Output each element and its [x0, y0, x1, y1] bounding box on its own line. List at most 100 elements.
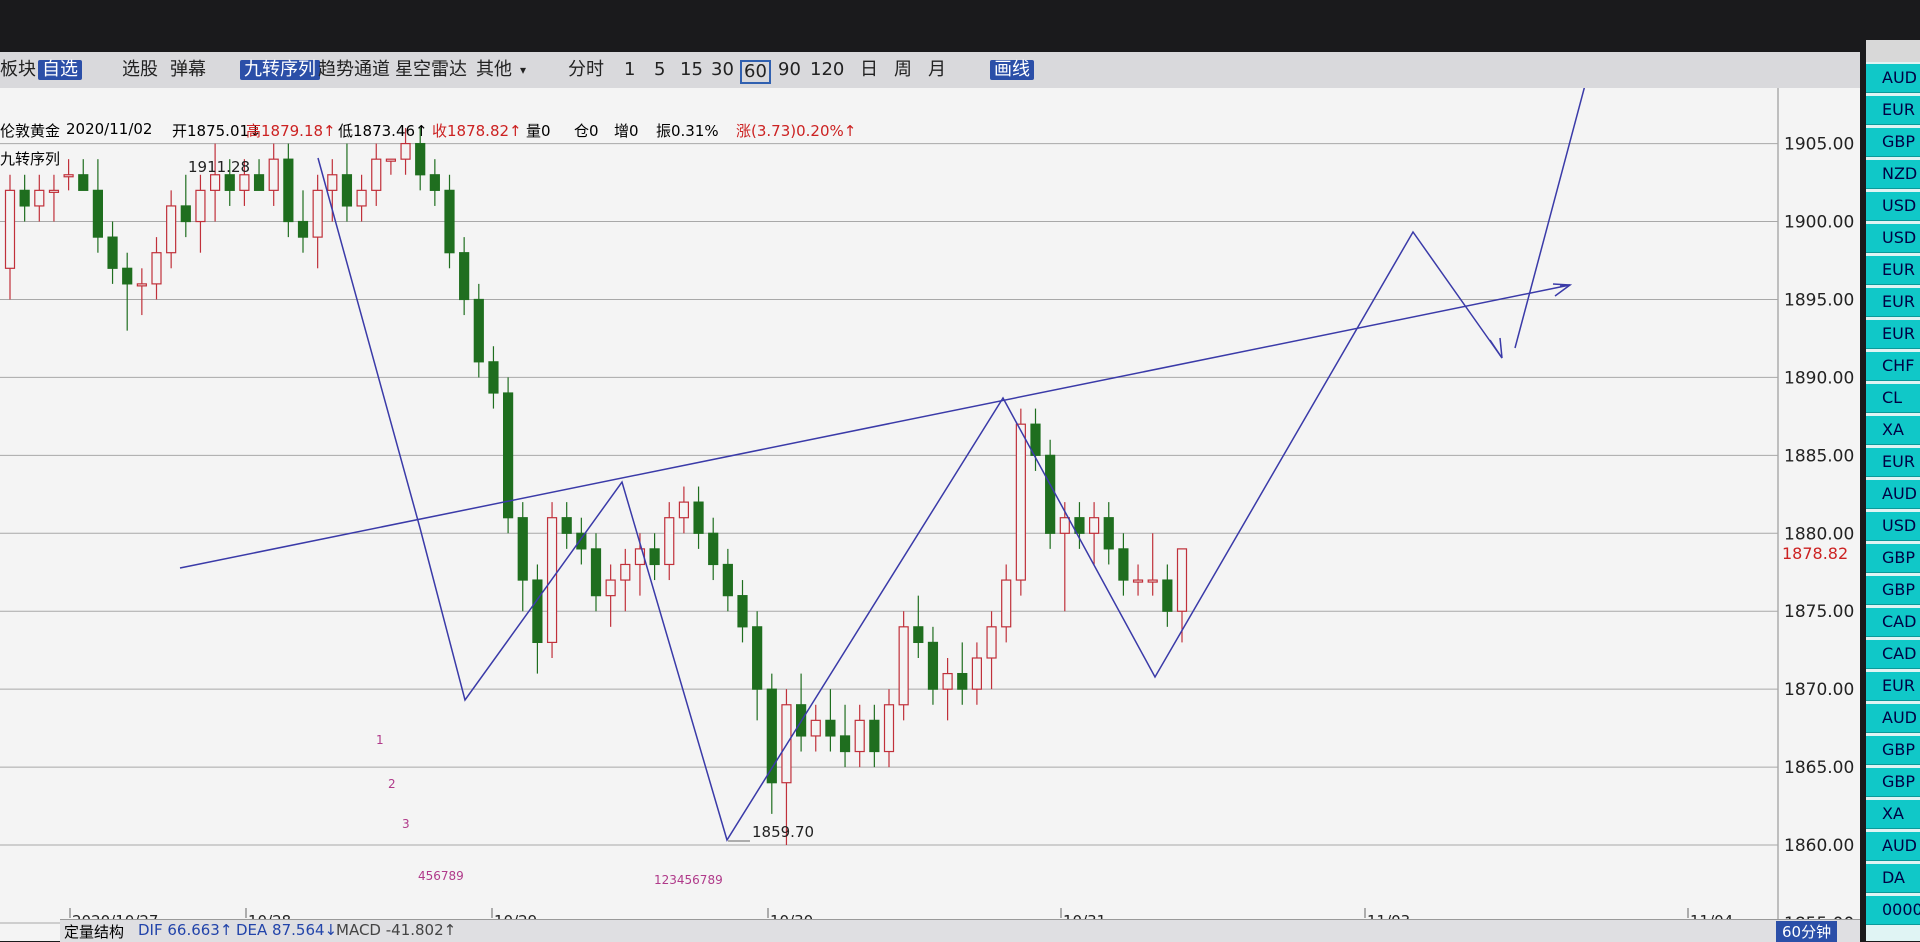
symbol-list-item[interactable]: EUR [1866, 96, 1920, 125]
symbol-list-item[interactable]: USD [1866, 224, 1920, 253]
period-month[interactable]: 月 [928, 60, 946, 80]
symbol-list-item[interactable]: XA [1866, 416, 1920, 445]
last-price-label: 1878.82 [1782, 544, 1848, 563]
candle-down [869, 719, 880, 753]
draw-line-button[interactable]: 画线 [990, 60, 1034, 80]
symbol-list-item[interactable]: CAD [1866, 608, 1920, 637]
symbol-list-item[interactable]: AUD [1866, 480, 1920, 509]
symbol-list-item[interactable]: CL [1866, 384, 1920, 413]
period-week[interactable]: 周 [894, 60, 912, 80]
symbol-list-item[interactable]: XA [1866, 800, 1920, 829]
candle-down [561, 517, 572, 534]
symbol-list-item[interactable]: AUD [1866, 64, 1920, 93]
candle-up [312, 189, 323, 238]
candle-down [1074, 517, 1085, 534]
period-indicator[interactable]: 60分钟 [1776, 921, 1838, 942]
symbol-list[interactable]: AUD EUR GBP NZD USD USD EUR EUR EUR CHF CL XA EUR AUD… [1866, 40, 1920, 941]
symbol-list-item[interactable]: GBP [1866, 768, 1920, 797]
symbol-list-item[interactable]: CHF [1866, 352, 1920, 381]
candle-up [151, 252, 162, 285]
price-tick-label: 1865.00 [1784, 758, 1854, 778]
candle-up [34, 189, 45, 207]
candle-down [78, 174, 89, 191]
symbol-list-item[interactable]: AUD [1866, 832, 1920, 861]
symbol-list-item[interactable]: 0000 [1866, 896, 1920, 925]
candle-up [1059, 517, 1070, 534]
menu-trend-channel[interactable]: 趋势通道 [318, 60, 390, 80]
symbol-list-item[interactable]: GBP [1866, 576, 1920, 605]
period-15[interactable]: 15 [680, 60, 703, 80]
indicator-name[interactable]: 定量结构 [64, 921, 124, 942]
period-30[interactable]: 30 [711, 60, 734, 80]
symbol-list-item[interactable]: GBP [1866, 544, 1920, 573]
chart-panel[interactable]: 伦敦黄金 2020/11/02 开1875.01↓ 高1879.18↑ 低187… [0, 88, 1860, 941]
symbol-list-item[interactable]: EUR [1866, 448, 1920, 477]
low-annotation: 1859.70 [752, 823, 814, 841]
price-tick-label: 1880.00 [1784, 524, 1854, 544]
zigzag-path [317, 157, 1503, 842]
dropdown-icon[interactable]: ▾ [520, 60, 526, 80]
menu-td-sequential[interactable]: 九转序列 [240, 60, 320, 80]
menu-radar[interactable]: 星空雷达 [395, 60, 467, 80]
high-annotation: 1911.28 [188, 158, 250, 176]
period-60[interactable]: 60 [740, 60, 771, 84]
candle-up [810, 719, 821, 737]
candle-down [1045, 454, 1056, 534]
price-tick-label: 1885.00 [1784, 446, 1854, 466]
candle-up [634, 548, 646, 566]
menu-bullet-comments[interactable]: 弹幕 [170, 60, 206, 80]
price-axis-labels: 1905.00 1900.00 1895.00 1890.00 1885.00 1880.… [1784, 135, 1854, 934]
period-day[interactable]: 日 [860, 60, 878, 80]
td-count-2: 2 [388, 777, 396, 791]
candle-down [503, 392, 514, 519]
menu-other[interactable]: 其他 [476, 60, 512, 80]
price-tick-label: 1875.00 [1784, 602, 1854, 622]
price-tick-label: 1900.00 [1784, 213, 1854, 233]
symbol-list-item[interactable]: USD [1866, 192, 1920, 221]
candle-down [1118, 548, 1129, 581]
price-tick-label: 1905.00 [1784, 135, 1854, 155]
period-1[interactable]: 1 [624, 60, 635, 80]
symbol-list-item[interactable]: EUR [1866, 256, 1920, 285]
menu-plate[interactable]: 板块 [0, 60, 36, 80]
candle-up [356, 189, 367, 207]
indicator-bar: 定量结构 DIF 66.663↑ DEA 87.564↓ MACD -41.80… [60, 919, 1860, 942]
candle-down [693, 501, 704, 534]
candle-up [1176, 548, 1188, 612]
candlestick-chart[interactable]: 1905.00 1900.00 1895.00 1890.00 1885.00 1880.… [0, 88, 1860, 941]
candle-down [107, 236, 118, 269]
candle-up [195, 189, 206, 223]
symbol-list-item[interactable]: GBP [1866, 736, 1920, 765]
symbol-list-item[interactable]: EUR [1866, 320, 1920, 349]
candle-down [444, 189, 455, 254]
period-intraday[interactable]: 分时 [568, 60, 604, 80]
symbol-list-item[interactable]: EUR [1866, 288, 1920, 317]
candle-up [605, 579, 616, 597]
symbol-list-item[interactable]: DA [1866, 864, 1920, 893]
candle-down [253, 174, 265, 191]
menu-stock-picker[interactable]: 选股 [122, 60, 158, 80]
symbol-list-item[interactable]: GBP [1866, 128, 1920, 157]
period-90[interactable]: 90 [778, 60, 801, 80]
symbol-list-item[interactable]: EUR [1866, 672, 1920, 701]
candle-up [136, 283, 147, 287]
symbol-list-item[interactable]: USD [1866, 512, 1920, 541]
candle-down [708, 532, 719, 566]
candle-down [722, 563, 733, 597]
period-120[interactable]: 120 [810, 60, 844, 80]
td-count-seq-b: 123456789 [654, 873, 723, 887]
toolbar: 板块 自选 选股 弹幕 九转序列 趋势通道 星空雷达 其他 ▾ 分时 1 5 1… [0, 52, 1860, 89]
symbol-list-item[interactable]: CAD [1866, 640, 1920, 669]
candle-down [532, 579, 543, 644]
candle-down [1103, 517, 1114, 550]
menu-watchlist[interactable]: 自选 [38, 60, 82, 80]
dea-value: DEA 87.564↓ [236, 921, 338, 939]
symbol-list-item[interactable]: AUD [1866, 704, 1920, 733]
candle-down [19, 189, 30, 207]
symbol-list-item[interactable]: NZD [1866, 160, 1920, 189]
grid-lines [0, 143, 1778, 924]
candle-down [752, 626, 763, 690]
candle-up [48, 189, 60, 193]
period-5[interactable]: 5 [654, 60, 665, 80]
candle-up [678, 501, 690, 519]
